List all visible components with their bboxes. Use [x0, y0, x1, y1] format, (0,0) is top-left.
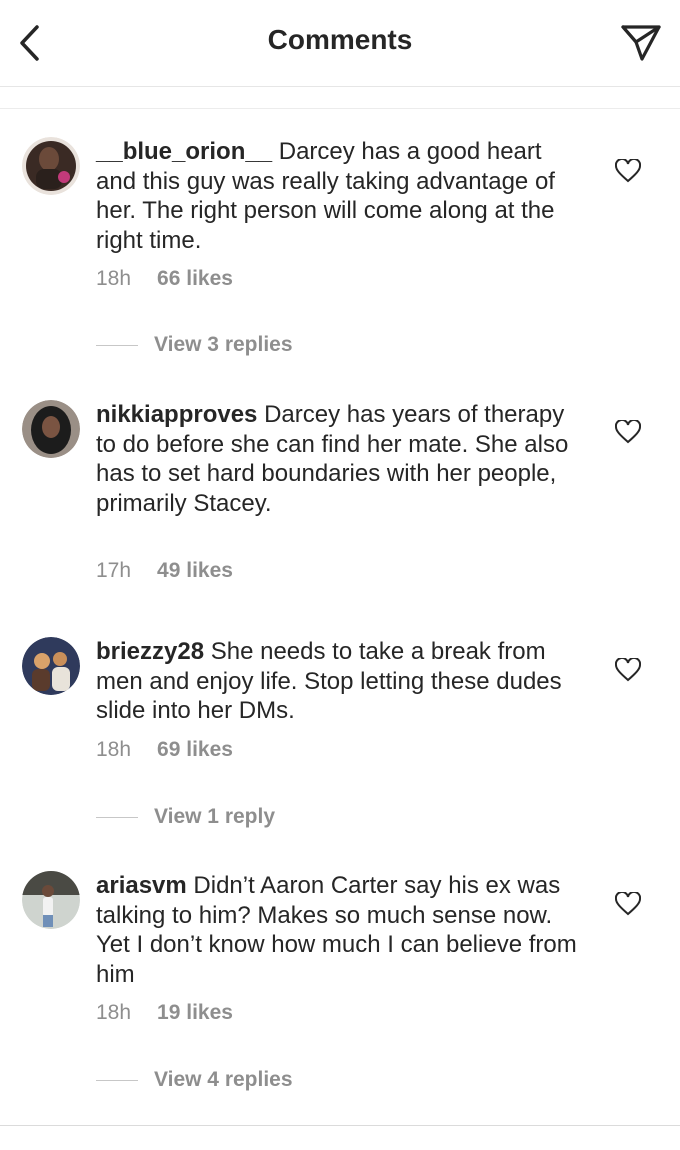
comment-username[interactable]: ariasvm	[96, 872, 187, 899]
share-button[interactable]	[616, 20, 666, 66]
view-replies-label: View 1 reply	[154, 805, 276, 828]
comment-likes[interactable]: 49 likes	[157, 559, 233, 583]
header-divider	[0, 108, 680, 109]
comment-time: 17h	[96, 559, 132, 582]
comment-body: __blue_orion__ Darcey has a good heart a…	[96, 137, 586, 255]
paper-plane-icon	[621, 25, 661, 61]
view-replies-button[interactable]: View 1 reply	[96, 802, 275, 832]
avatar[interactable]	[22, 137, 80, 195]
comment-body: ariasvm Didn’t Aaron Carter say his ex w…	[96, 871, 586, 989]
heart-icon	[615, 892, 641, 916]
comment-meta: 18h 19 likes	[96, 1001, 233, 1025]
view-replies-label: View 3 replies	[154, 333, 293, 356]
comment-likes[interactable]: 69 likes	[157, 738, 233, 762]
comment-username[interactable]: __blue_orion__	[96, 138, 272, 165]
view-replies-label: View 4 replies	[154, 1068, 293, 1091]
like-button[interactable]	[612, 888, 644, 920]
comment-meta: 17h 49 likes	[96, 559, 233, 583]
replies-divider	[96, 1079, 138, 1081]
replies-divider	[96, 816, 138, 818]
avatar[interactable]	[22, 637, 80, 695]
top-bar: Comments	[0, 0, 680, 87]
comment-likes[interactable]: 66 likes	[157, 267, 233, 291]
comment-time: 18h	[96, 738, 132, 761]
comment-username[interactable]: nikkiapproves	[96, 401, 257, 428]
heart-icon	[615, 420, 641, 444]
comment-body: nikkiapproves Darcey has years of therap…	[96, 400, 586, 518]
comment-body: briezzy28 She needs to take a break from…	[96, 637, 586, 726]
heart-icon	[615, 658, 641, 682]
avatar[interactable]	[22, 871, 80, 929]
view-replies-button[interactable]: View 4 replies	[96, 1065, 293, 1095]
avatar[interactable]	[22, 400, 80, 458]
heart-icon	[615, 159, 641, 183]
view-replies-button[interactable]: View 3 replies	[96, 330, 293, 360]
comment-username[interactable]: briezzy28	[96, 638, 204, 665]
comment-meta: 18h 69 likes	[96, 738, 233, 762]
like-button[interactable]	[612, 416, 644, 448]
comment-time: 18h	[96, 267, 132, 290]
comment-time: 18h	[96, 1001, 132, 1024]
like-button[interactable]	[612, 654, 644, 686]
bottom-divider	[0, 1125, 680, 1126]
replies-divider	[96, 344, 138, 346]
like-button[interactable]	[612, 155, 644, 187]
comment-likes[interactable]: 19 likes	[157, 1001, 233, 1025]
page-title: Comments	[267, 24, 413, 55]
comment-meta: 18h 66 likes	[96, 267, 233, 291]
